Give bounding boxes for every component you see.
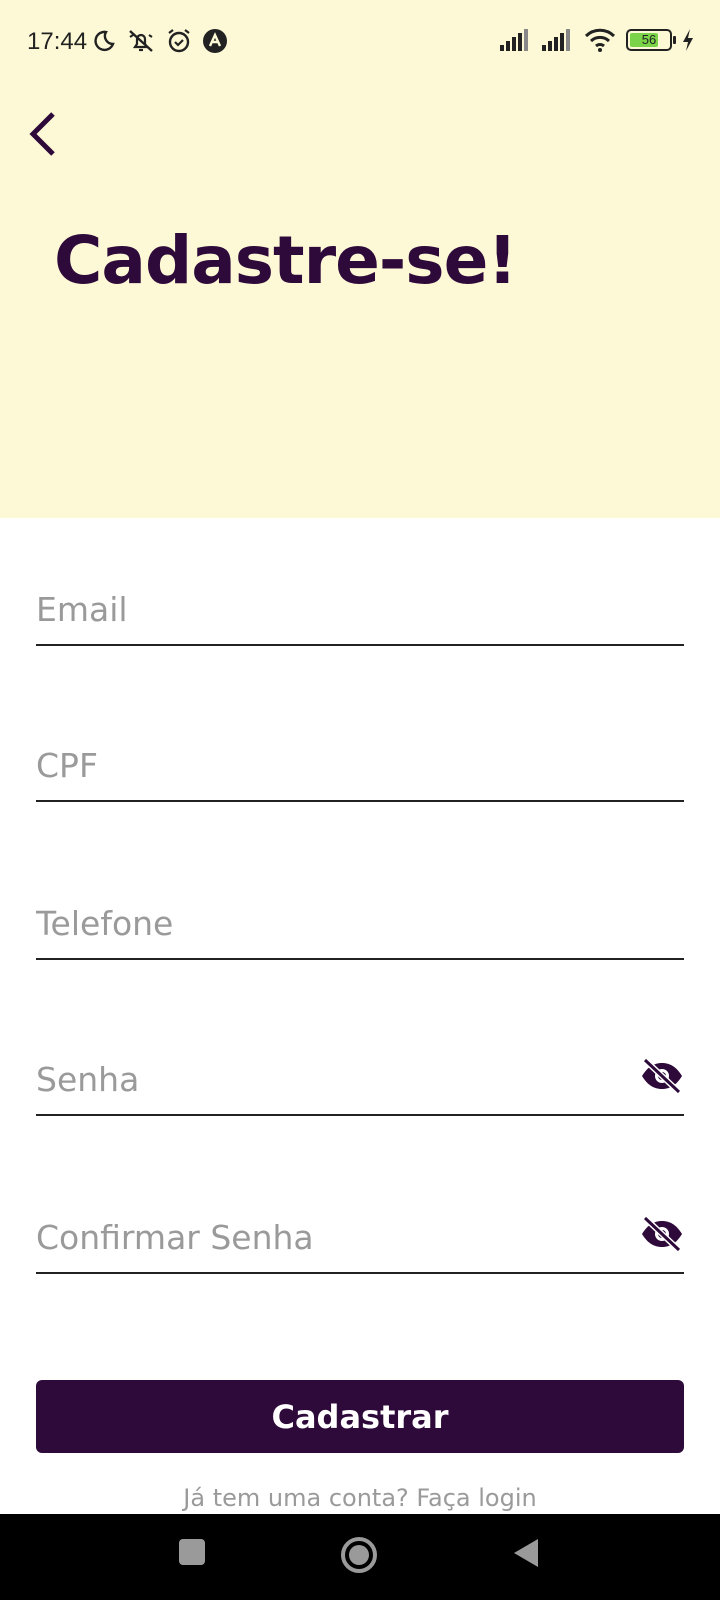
status-right-icons: 56 xyxy=(500,28,694,52)
wifi-icon xyxy=(584,28,616,52)
bell-off-icon xyxy=(129,30,153,52)
email-field[interactable] xyxy=(36,570,684,646)
moon-icon xyxy=(94,30,115,52)
battery-level: 56 xyxy=(641,32,657,47)
charging-icon xyxy=(683,29,693,51)
home-button[interactable] xyxy=(340,1536,378,1578)
back-icon xyxy=(514,1539,538,1567)
toggle-confirm-password-visibility-button[interactable] xyxy=(640,1214,684,1254)
nav-back-button[interactable] xyxy=(512,1538,540,1572)
login-link[interactable]: Já tem uma conta? Faça login xyxy=(0,1484,720,1512)
eye-off-icon xyxy=(642,1058,682,1094)
password-field[interactable] xyxy=(36,1040,684,1116)
home-icon xyxy=(341,1537,377,1573)
eye-off-icon xyxy=(642,1216,682,1252)
signal-icon xyxy=(500,29,528,51)
confirm-password-field[interactable] xyxy=(36,1198,684,1274)
confirm-password-input[interactable] xyxy=(36,1212,616,1262)
signal-icon xyxy=(542,29,570,51)
signup-button[interactable]: Cadastrar xyxy=(36,1380,684,1453)
alarm-icon xyxy=(168,29,190,53)
back-button[interactable] xyxy=(18,106,66,162)
email-input[interactable] xyxy=(36,584,616,634)
battery-icon: 56 xyxy=(626,29,676,51)
status-left-icons xyxy=(92,28,228,54)
phone-input[interactable] xyxy=(36,898,616,948)
app-notification-icon xyxy=(203,29,227,53)
password-input[interactable] xyxy=(36,1054,616,1104)
phone-field[interactable] xyxy=(36,884,684,960)
recent-apps-icon xyxy=(179,1539,205,1565)
status-bar: 17:44 56 xyxy=(0,0,720,88)
navigation-bar xyxy=(0,1514,720,1600)
cpf-input[interactable] xyxy=(36,740,616,790)
toggle-password-visibility-button[interactable] xyxy=(640,1056,684,1096)
battery-tip xyxy=(673,36,676,44)
status-time: 17:44 xyxy=(27,28,88,55)
cpf-field[interactable] xyxy=(36,726,684,802)
recent-apps-button[interactable] xyxy=(178,1538,206,1570)
chevron-left-icon xyxy=(29,112,55,156)
page-title: Cadastre-se! xyxy=(54,222,517,299)
header-area: 17:44 56 Cadastre-se! xyxy=(0,0,720,518)
